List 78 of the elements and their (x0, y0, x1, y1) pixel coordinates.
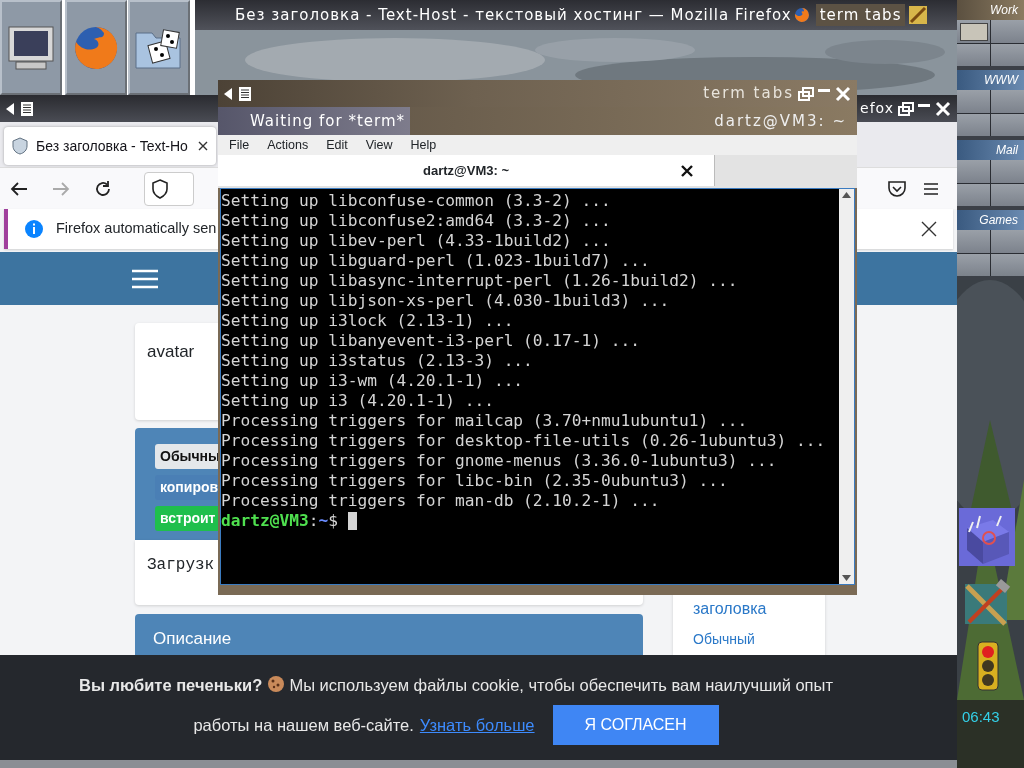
terminal-line: Setting up libguard-perl (1.023-1build7) ... (221, 251, 651, 271)
terminal-tab[interactable]: dartz@VM3: ~ (218, 155, 715, 186)
terminal-line: Setting up libasync-interrupt-perl (1.26-1build2) ... (221, 271, 739, 291)
cookie-icon (266, 675, 285, 693)
tab-title: dartz@VM3: ~ (423, 161, 509, 180)
taskbar-title[interactable]: Без заголовка - Text-Host - текстовый хостинг — Mozilla Firefox (235, 3, 792, 27)
window-menu-icon[interactable] (239, 86, 251, 101)
cookie-notice: работы на нашем веб-сайте. (193, 715, 414, 736)
desk-preview[interactable] (957, 230, 1024, 276)
learn-more-link[interactable]: Узнать больше (419, 705, 535, 745)
side-title[interactable]: заголовка (693, 597, 805, 621)
image-alt-text: avatar (147, 342, 195, 361)
arrow-left-icon[interactable] (224, 87, 233, 100)
terminal-line: Setting up libconfuse-common (3.3-2) ... (221, 191, 612, 211)
desktop-pager[interactable]: Work WWW Mail Games (957, 0, 1024, 280)
close-icon[interactable] (198, 141, 208, 151)
terminal-line: Setting up libjson-xs-perl (4.030-1build3) ... (221, 291, 671, 311)
cookie-notice: Вы любите печеньки? Мы используем файлы cookie, чтобы обеспечить вам наилучший опыт (79, 676, 833, 694)
menu-icon[interactable] (923, 181, 939, 196)
desk-label[interactable]: Games (957, 210, 1024, 230)
terminal-line: Processing triggers for man-db (2.10.2-1) ... (221, 491, 661, 511)
monitor-icon (6, 23, 56, 72)
loading-text: Загрузк (147, 556, 215, 574)
terminal-line: Setting up i3-wm (4.20.1-1) ... (221, 371, 525, 391)
info-icon (24, 219, 44, 239)
menu-item[interactable]: View (356, 135, 402, 155)
window-menu-icon[interactable] (21, 101, 33, 116)
reload-icon[interactable] (94, 179, 112, 198)
menu-item[interactable]: Actions (258, 135, 318, 155)
window-subtitle: dartz@VM3: ~ (714, 110, 847, 132)
desk-label[interactable]: Work (957, 0, 1024, 20)
launcher-button[interactable] (65, 0, 127, 95)
back-icon[interactable] (10, 180, 28, 197)
section-title: Описание (153, 629, 232, 648)
arrow-left-icon[interactable] (6, 102, 15, 115)
desk-preview[interactable] (957, 90, 1024, 136)
terminal-line: Setting up libconfuse2:amd64 (3.3-2) ... (221, 211, 612, 231)
globe-icon (793, 7, 810, 23)
scroll-down-icon[interactable] (839, 572, 854, 584)
terminal-line: Processing triggers for mailcap (3.70+nmu1ubuntu1) ... (221, 411, 749, 431)
tag: встроит (155, 506, 221, 531)
address-bar[interactable] (144, 171, 194, 206)
side-link[interactable]: Обычный (693, 629, 805, 650)
menu-item[interactable]: Edit (317, 135, 357, 155)
close-icon[interactable] (921, 221, 937, 237)
desk-label[interactable]: WWW (957, 70, 1024, 90)
status-text: Waiting for *term* (218, 107, 410, 135)
pencil-icon (909, 6, 928, 24)
prompt-line: dartz@VM3:~$ (221, 511, 338, 531)
window-title: efox (860, 99, 894, 118)
menu-item[interactable]: Help (401, 135, 446, 155)
browser-tab[interactable]: Без заголовка - Text-Ho (4, 127, 216, 165)
cube-icon[interactable] (959, 508, 1015, 566)
restore-icon[interactable] (898, 101, 914, 116)
launcher-button[interactable] (128, 0, 190, 95)
terminal-line: Setting up i3 (4.20.1-1) ... (221, 391, 495, 411)
desk-label[interactable]: Mail (957, 140, 1024, 160)
menu-item[interactable]: File (220, 135, 259, 155)
close-icon[interactable] (680, 163, 694, 178)
terminal-line: Setting up i3status (2.13-3) ... (221, 351, 534, 371)
cursor (347, 512, 357, 530)
window-title: term tabs (703, 83, 794, 105)
accept-button[interactable]: Я СОГЛАСЕН (552, 705, 719, 745)
terminal-line: Setting up libanyevent-i3-perl (0.17-1) ... (221, 331, 642, 351)
taskbar-title[interactable]: term tabs (815, 3, 906, 27)
scrollbar[interactable] (839, 189, 854, 584)
mini-window (960, 23, 988, 41)
notification-text: Firefox automatically sen (56, 219, 217, 239)
terminal-line: Setting up libev-perl (4.33-1build2) ... (221, 231, 612, 251)
terminal-line: Processing triggers for libc-bin (2.35-0ubuntu3) ... (221, 471, 729, 491)
shield-icon (151, 178, 169, 199)
launcher-button[interactable] (0, 0, 62, 95)
tab-title: Без заголовка - Text-Ho (36, 136, 188, 156)
shield-icon (12, 137, 28, 155)
terminal-line: Setting up i3lock (2.13-1) ... (221, 311, 515, 331)
pocket-icon[interactable] (887, 179, 907, 198)
desk-preview[interactable] (957, 160, 1024, 206)
clock: 06:43 (962, 707, 1000, 727)
